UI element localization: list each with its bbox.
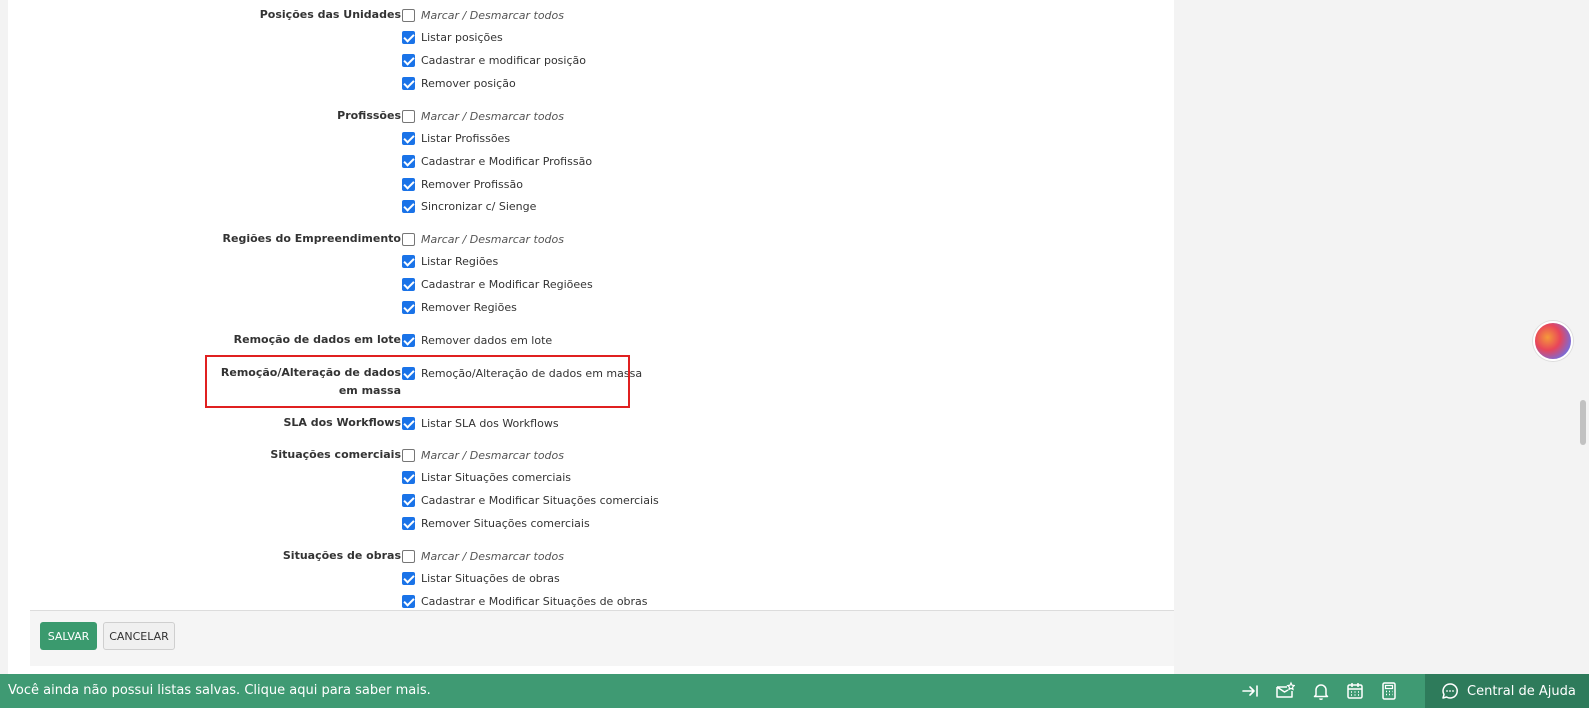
checkbox-checked[interactable]: [402, 572, 415, 586]
permission-option-label: Marcar / Desmarcar todos: [421, 549, 565, 563]
chat-help-icon: [1441, 682, 1459, 700]
permission-option[interactable]: Remover dados em lote: [402, 331, 552, 349]
cancel-button[interactable]: CANCELAR: [103, 622, 175, 650]
group-label: Remoção de dados em lote: [233, 333, 401, 346]
permission-option[interactable]: Listar Profissões: [402, 130, 510, 148]
permission-option[interactable]: Marcar / Desmarcar todos: [402, 547, 564, 565]
checkbox-checked[interactable]: [402, 31, 415, 45]
checkbox-unchecked[interactable]: [402, 109, 415, 123]
checkbox-checked[interactable]: [402, 493, 415, 507]
permission-option[interactable]: Remover Situações comerciais: [402, 514, 590, 532]
checkbox-checked[interactable]: [402, 154, 415, 168]
checkbox-checked[interactable]: [402, 132, 415, 146]
checkbox-checked[interactable]: [402, 471, 415, 485]
group-label: Regiões do Empreendimento: [222, 232, 401, 245]
permission-option-label: Marcar / Desmarcar todos: [421, 109, 565, 123]
checkbox-checked[interactable]: [402, 516, 415, 530]
permissions-list: Posições das Unidades Marcar / Desmarcar …: [8, 0, 1174, 610]
help-center-label: Central de Ajuda: [1467, 683, 1576, 699]
permission-option-label: Cadastrar e modificar posição: [421, 53, 586, 67]
save-button[interactable]: SALVAR: [40, 622, 97, 650]
permission-option[interactable]: Cadastrar e Modificar Situações de obras: [402, 592, 648, 610]
checkbox-checked[interactable]: [402, 333, 415, 347]
permission-option-label: Listar posições: [421, 31, 503, 45]
scrollbar-thumb[interactable]: [1580, 400, 1586, 445]
right-background: [1174, 0, 1589, 674]
highlight-annotation: [205, 355, 630, 408]
permission-option-label: Marcar / Desmarcar todos: [421, 448, 565, 462]
checkbox-checked[interactable]: [402, 277, 415, 291]
permission-option-label: Remover Regiões: [421, 300, 517, 314]
permission-option[interactable]: Cadastrar e Modificar Regiõees: [402, 275, 593, 293]
checkbox-unchecked[interactable]: [402, 448, 415, 462]
group-label: SLA dos Workflows: [283, 416, 401, 429]
permission-option-label: Remover dados em lote: [421, 333, 553, 347]
permission-option[interactable]: Cadastrar e Modificar Profissão: [402, 152, 592, 170]
permission-option[interactable]: Remover Regiões: [402, 298, 517, 316]
group-label: Profissões: [337, 109, 401, 122]
permission-option[interactable]: Listar SLA dos Workflows: [402, 414, 559, 432]
permission-option[interactable]: Marcar / Desmarcar todos: [402, 107, 564, 125]
permission-option[interactable]: Cadastrar e Modificar Situações comercia…: [402, 491, 659, 509]
permissions-panel: Posições das Unidades Marcar / Desmarcar …: [8, 0, 1174, 674]
permission-option-label: Marcar / Desmarcar todos: [421, 232, 565, 246]
checkbox-checked[interactable]: [402, 177, 415, 191]
permission-option-label: Cadastrar e Modificar Situações comercia…: [421, 493, 659, 507]
permission-option[interactable]: Listar Situações de obras: [402, 570, 560, 588]
permission-option[interactable]: Cadastrar e modificar posição: [402, 51, 586, 69]
checkbox-checked[interactable]: [402, 416, 415, 430]
permission-option[interactable]: Listar posições: [402, 29, 503, 47]
checkbox-unchecked[interactable]: [402, 8, 415, 22]
permission-option-label: Cadastrar e Modificar Regiõees: [421, 277, 593, 291]
permission-option[interactable]: Sincronizar c/ Sienge: [402, 198, 536, 216]
permission-option-label: Marcar / Desmarcar todos: [421, 8, 565, 22]
group-label: Posições das Unidades: [259, 8, 401, 21]
permission-option-label: Listar Profissões: [421, 132, 511, 146]
checkbox-checked[interactable]: [402, 53, 415, 67]
checkbox-unchecked[interactable]: [402, 549, 415, 563]
permission-option[interactable]: Remover posição: [402, 74, 516, 92]
permission-option-label: Listar Situações comerciais: [421, 471, 571, 485]
permission-option[interactable]: Marcar / Desmarcar todos: [402, 446, 564, 464]
permission-option[interactable]: Listar Regiões: [402, 253, 498, 271]
permission-option-label: Cadastrar e Modificar Profissão: [421, 154, 593, 168]
calculator-icon[interactable]: [1379, 681, 1399, 701]
form-footer: SALVAR CANCELAR: [30, 610, 1174, 666]
permission-option[interactable]: Marcar / Desmarcar todos: [402, 230, 564, 248]
permission-option-label: Remover Profissão: [421, 177, 523, 191]
permission-option[interactable]: Listar Situações comerciais: [402, 469, 571, 487]
calendar-icon[interactable]: [1345, 681, 1365, 701]
bottom-bar: Você ainda não possui listas salvas. Cli…: [0, 674, 1589, 708]
permission-option-label: Listar SLA dos Workflows: [421, 416, 559, 430]
saved-lists-message[interactable]: Você ainda não possui listas salvas. Cli…: [8, 674, 431, 708]
permission-option-label: Cadastrar e Modificar Situações de obras: [421, 594, 648, 608]
group-label: Situações comerciais: [270, 448, 401, 461]
assistant-avatar[interactable]: [1533, 321, 1573, 361]
mail-star-icon[interactable]: [1275, 681, 1295, 701]
checkbox-unchecked[interactable]: [402, 232, 415, 246]
permission-option-label: Remover posição: [421, 76, 516, 90]
permission-option[interactable]: Marcar / Desmarcar todos: [402, 6, 564, 24]
checkbox-checked[interactable]: [402, 594, 415, 608]
permission-option-label: Remover Situações comerciais: [421, 516, 590, 530]
help-center-button[interactable]: Central de Ajuda: [1425, 674, 1589, 708]
collapse-arrow-icon[interactable]: [1240, 681, 1260, 701]
checkbox-checked[interactable]: [402, 255, 415, 269]
checkbox-checked[interactable]: [402, 200, 415, 214]
permission-option[interactable]: Remover Profissão: [402, 175, 523, 193]
permission-option-label: Listar Regiões: [421, 255, 499, 269]
permission-option-label: Listar Situações de obras: [421, 572, 560, 586]
permission-option-label: Sincronizar c/ Sienge: [421, 200, 537, 214]
group-label: Situações de obras: [282, 549, 401, 562]
checkbox-checked[interactable]: [402, 76, 415, 90]
checkbox-checked[interactable]: [402, 300, 415, 314]
bell-icon[interactable]: [1311, 681, 1331, 701]
